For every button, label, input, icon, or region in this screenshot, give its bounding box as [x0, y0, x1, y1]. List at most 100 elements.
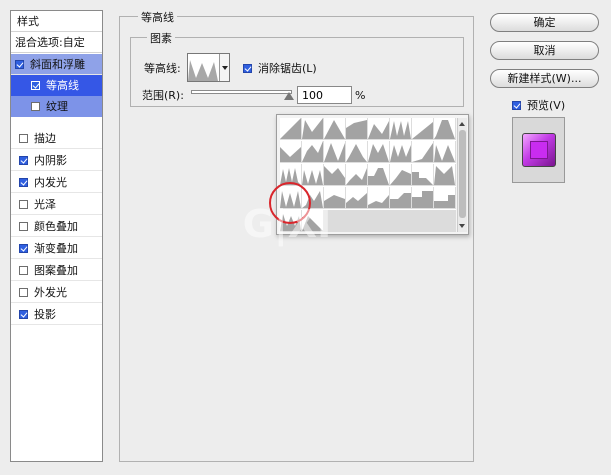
contour-preset[interactable] [368, 187, 390, 209]
antialias-option[interactable]: 消除锯齿(L) [243, 60, 317, 76]
blend-options-item[interactable]: 混合选项:自定 [11, 32, 102, 53]
contour-preset[interactable] [390, 118, 412, 140]
gradient-overlay-checkbox[interactable] [19, 244, 28, 253]
contour-curve-icon [346, 168, 367, 185]
contour-preset[interactable] [324, 141, 346, 163]
contour-curve-icon [346, 144, 367, 162]
contour-curve-icon [434, 120, 455, 139]
style-item-bevel-emboss[interactable]: 斜面和浮雕 [11, 54, 102, 75]
contour-preset[interactable] [324, 118, 346, 140]
contour-curve-icon [368, 168, 389, 185]
style-item-color-overlay[interactable]: 颜色叠加 [11, 216, 102, 237]
style-item-pattern-overlay[interactable]: 图案叠加 [11, 260, 102, 281]
contour-curve-icon [346, 120, 367, 139]
contour-preset[interactable] [346, 164, 368, 186]
contour-preset[interactable] [412, 164, 434, 186]
contour-curve-icon [368, 121, 389, 139]
style-item-stroke[interactable]: 描边 [11, 128, 102, 149]
drop-shadow-checkbox[interactable] [19, 310, 28, 319]
style-item-inner-glow[interactable]: 内发光 [11, 172, 102, 193]
contour-curve-icon [412, 143, 433, 162]
contour-checkbox[interactable] [31, 81, 40, 90]
contour-preset [368, 210, 390, 232]
satin-checkbox[interactable] [19, 200, 28, 209]
contour-curve-icon [390, 193, 411, 208]
pattern-overlay-checkbox[interactable] [19, 266, 28, 275]
new-style-button[interactable]: 新建样式(W)... [490, 69, 599, 88]
range-unit: % [355, 89, 366, 102]
panel-title: 等高线 [138, 9, 177, 25]
color-overlay-checkbox[interactable] [19, 222, 28, 231]
style-item-drop-shadow[interactable]: 投影 [11, 304, 102, 325]
range-slider-thumb[interactable] [284, 92, 294, 100]
contour-preset[interactable] [346, 118, 368, 140]
contour-preset[interactable] [368, 141, 390, 163]
chevron-down-icon[interactable] [219, 54, 229, 81]
inner-glow-checkbox[interactable] [19, 178, 28, 187]
contour-preset[interactable] [390, 141, 412, 163]
contour-preset[interactable] [434, 187, 456, 209]
outer-glow-checkbox[interactable] [19, 288, 28, 297]
contour-preset[interactable] [434, 164, 456, 186]
contour-curve-icon [434, 195, 455, 208]
contour-curve-icon [434, 166, 455, 185]
range-slider-track[interactable] [191, 90, 292, 94]
texture-checkbox[interactable] [31, 102, 40, 111]
style-item-label: 描边 [34, 132, 56, 145]
style-list: 样式 混合选项:自定 斜面和浮雕 等高线 纹理 描边 内阴影 内发光 光泽 颜色… [10, 10, 103, 462]
contour-preset[interactable] [346, 187, 368, 209]
antialias-checkbox[interactable] [243, 64, 252, 73]
contour-preset[interactable] [302, 141, 324, 163]
contour-preset[interactable] [390, 164, 412, 186]
style-item-outer-glow[interactable]: 外发光 [11, 282, 102, 303]
contour-preset[interactable] [368, 118, 390, 140]
contour-preset [346, 210, 368, 232]
stroke-checkbox[interactable] [19, 134, 28, 143]
contour-preset[interactable] [434, 118, 456, 140]
contour-preset[interactable] [324, 164, 346, 186]
style-item-inner-shadow[interactable]: 内阴影 [11, 150, 102, 171]
style-item-contour[interactable]: 等高线 [11, 75, 102, 96]
contour-curve-icon [280, 147, 301, 162]
contour-curve-icon [324, 166, 345, 185]
watermark: G|XI [242, 202, 332, 246]
style-item-label: 渐变叠加 [34, 242, 78, 255]
contour-curve-icon [390, 170, 411, 185]
contour-preset[interactable] [302, 164, 324, 186]
contour-curve-icon [302, 118, 323, 139]
range-input[interactable] [297, 86, 352, 104]
contour-preset[interactable] [368, 164, 390, 186]
preview-checkbox[interactable] [512, 101, 521, 110]
contour-preset[interactable] [280, 141, 302, 163]
contour-preset[interactable] [412, 118, 434, 140]
contour-curve-icon [302, 141, 323, 162]
contour-preset[interactable] [434, 141, 456, 163]
contour-preset[interactable] [280, 118, 302, 140]
bevel-emboss-checkbox[interactable] [15, 60, 24, 69]
contour-preset[interactable] [346, 141, 368, 163]
contour-preview-icon [188, 60, 218, 81]
scroll-down-icon[interactable] [459, 224, 465, 228]
style-item-gradient-overlay[interactable]: 渐变叠加 [11, 238, 102, 259]
style-item-label: 颜色叠加 [34, 220, 78, 233]
style-item-satin[interactable]: 光泽 [11, 194, 102, 215]
contour-picker-button[interactable] [187, 53, 230, 82]
picker-scrollbar[interactable] [457, 118, 467, 232]
inner-shadow-checkbox[interactable] [19, 156, 28, 165]
style-item-label: 内阴影 [34, 154, 67, 167]
contour-curve-icon [390, 145, 411, 162]
contour-curve-icon [368, 144, 389, 162]
contour-preset[interactable] [390, 187, 412, 209]
style-item-label: 图案叠加 [34, 264, 78, 277]
contour-preset[interactable] [302, 118, 324, 140]
contour-preset[interactable] [412, 141, 434, 163]
scroll-up-icon[interactable] [459, 122, 465, 126]
style-item-texture[interactable]: 纹理 [11, 96, 102, 117]
cancel-button[interactable]: 取消 [490, 41, 599, 60]
ok-button[interactable]: 确定 [490, 13, 599, 32]
preview-option[interactable]: 预览(V) [512, 97, 565, 113]
contour-curve-icon [280, 118, 301, 139]
contour-curve-icon [346, 193, 367, 208]
contour-preset[interactable] [412, 187, 434, 209]
scroll-thumb[interactable] [459, 130, 466, 218]
